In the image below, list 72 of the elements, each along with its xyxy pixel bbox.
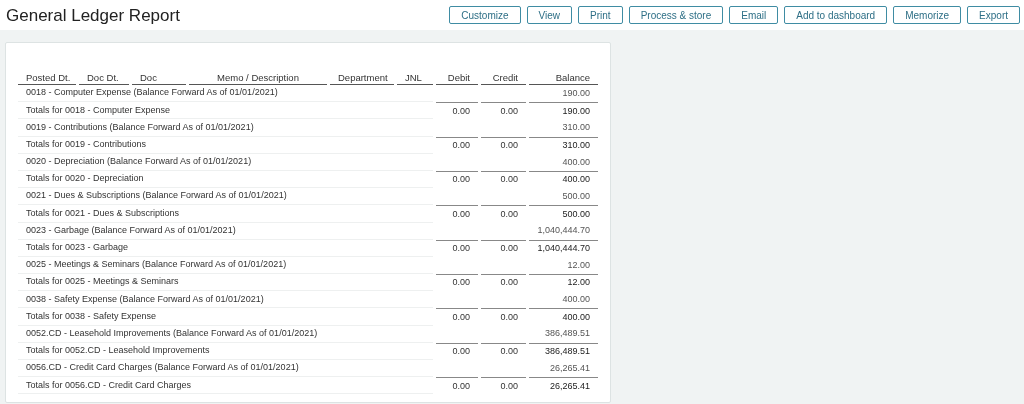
balance-value: 26,265.41 xyxy=(549,362,590,373)
debit-value: 0.00 xyxy=(452,139,470,150)
column-header: Posted Dt. xyxy=(18,71,76,85)
totals-label: Totals for 0019 - Contributions xyxy=(26,138,147,149)
totals-label: Totals for 0018 - Computer Expense xyxy=(26,104,171,115)
account-label: 0020 - Depreciation (Balance Forward As of 01/01/2021) xyxy=(26,156,252,167)
column-header: Doc xyxy=(132,71,186,85)
balance-value: 386,489.51 xyxy=(544,346,590,357)
balance-value: 400.00 xyxy=(562,311,590,322)
debit-value: 0.00 xyxy=(452,346,470,357)
column-header: Debit xyxy=(436,71,478,85)
credit-value: 0.00 xyxy=(500,243,518,254)
balance-value: 500.00 xyxy=(562,208,590,219)
account-label: 0025 - Meetings & Seminars (Balance Forward As of 01/01/2021) xyxy=(26,259,287,270)
account-label: 0021 - Dues & Subscriptions (Balance Forward As of 01/01/2021) xyxy=(26,190,287,201)
balance-value: 12.00 xyxy=(567,259,590,270)
debit-value: 0.00 xyxy=(452,174,470,185)
totals-label: Totals for 0020 - Depreciation xyxy=(26,173,144,184)
totals-label: Totals for 0038 - Safety Expense xyxy=(26,310,157,321)
totals-label: Totals for 0023 - Garbage xyxy=(26,242,129,253)
balance-value: 190.00 xyxy=(562,105,590,116)
account-label: 0018 - Computer Expense (Balance Forward As of 01/01/2021) xyxy=(26,87,278,98)
credit-value: 0.00 xyxy=(500,139,518,150)
toolbar-button[interactable]: Email xyxy=(729,6,779,24)
balance-value: 400.00 xyxy=(562,156,590,167)
credit-value: 0.00 xyxy=(500,311,518,322)
column-header: Department xyxy=(330,71,394,85)
column-header: Doc Dt. xyxy=(79,71,129,85)
report-title: General Ledger Report xyxy=(6,6,180,24)
balance-value: 400.00 xyxy=(562,294,590,305)
totals-label: Totals for 0021 - Dues & Subscriptions xyxy=(26,207,180,218)
totals-label: Totals for 0052.CD - Leasehold Improvements xyxy=(26,345,210,356)
account-label: 0023 - Garbage (Balance Forward As of 01/01/2021) xyxy=(26,224,236,235)
debit-value: 0.00 xyxy=(452,243,470,254)
account-label: 0019 - Contributions (Balance Forward As of 01/01/2021) xyxy=(26,121,254,132)
balance-value: 310.00 xyxy=(562,122,590,133)
balance-value: 500.00 xyxy=(562,190,590,201)
balance-value: 386,489.51 xyxy=(544,328,590,339)
toolbar-button[interactable]: Print xyxy=(578,6,623,24)
debit-value: 0.00 xyxy=(452,208,470,219)
account-label: 0056.CD - Credit Card Charges (Balance Forward As of 01/01/2021) xyxy=(26,362,299,373)
balance-value: 1,040,444.70 xyxy=(537,243,590,254)
account-label: 0052.CD - Leasehold Improvements (Balance Forward As of 01/01/2021) xyxy=(26,327,318,338)
debit-value: 0.00 xyxy=(452,277,470,288)
balance-value: 12.00 xyxy=(567,277,590,288)
balance-value: 1,040,444.70 xyxy=(537,225,590,236)
column-header: Balance xyxy=(529,71,598,85)
credit-value: 0.00 xyxy=(500,346,518,357)
balance-value: 190.00 xyxy=(562,87,590,98)
toolbar-button[interactable]: Memorize xyxy=(893,6,962,24)
toolbar-button[interactable]: Customize xyxy=(449,6,521,24)
totals-label: Totals for 0056.CD - Credit Card Charges xyxy=(26,379,192,390)
credit-value: 0.00 xyxy=(500,174,518,185)
column-header: Credit xyxy=(481,71,526,85)
toolbar-button[interactable]: Export xyxy=(967,6,1020,24)
balance-value: 310.00 xyxy=(562,139,590,150)
totals-label: Totals for 0025 - Meetings & Seminars xyxy=(26,276,179,287)
credit-value: 0.00 xyxy=(500,380,518,391)
credit-value: 0.00 xyxy=(500,277,518,288)
credit-value: 0.00 xyxy=(500,105,518,116)
debit-value: 0.00 xyxy=(452,380,470,391)
toolbar-button[interactable]: Process & store xyxy=(628,6,724,24)
balance-value: 26,265.41 xyxy=(549,380,590,391)
balance-value: 400.00 xyxy=(562,174,590,185)
debit-value: 0.00 xyxy=(452,105,470,116)
column-header: Memo / Description xyxy=(189,71,327,85)
account-label: 0038 - Safety Expense (Balance Forward As of 01/01/2021) xyxy=(26,293,264,304)
toolbar-button[interactable]: Add to dashboard xyxy=(784,6,888,24)
toolbar-button[interactable]: View xyxy=(526,6,573,24)
column-header: JNL xyxy=(397,71,433,85)
debit-value: 0.00 xyxy=(452,311,470,322)
credit-value: 0.00 xyxy=(500,208,518,219)
